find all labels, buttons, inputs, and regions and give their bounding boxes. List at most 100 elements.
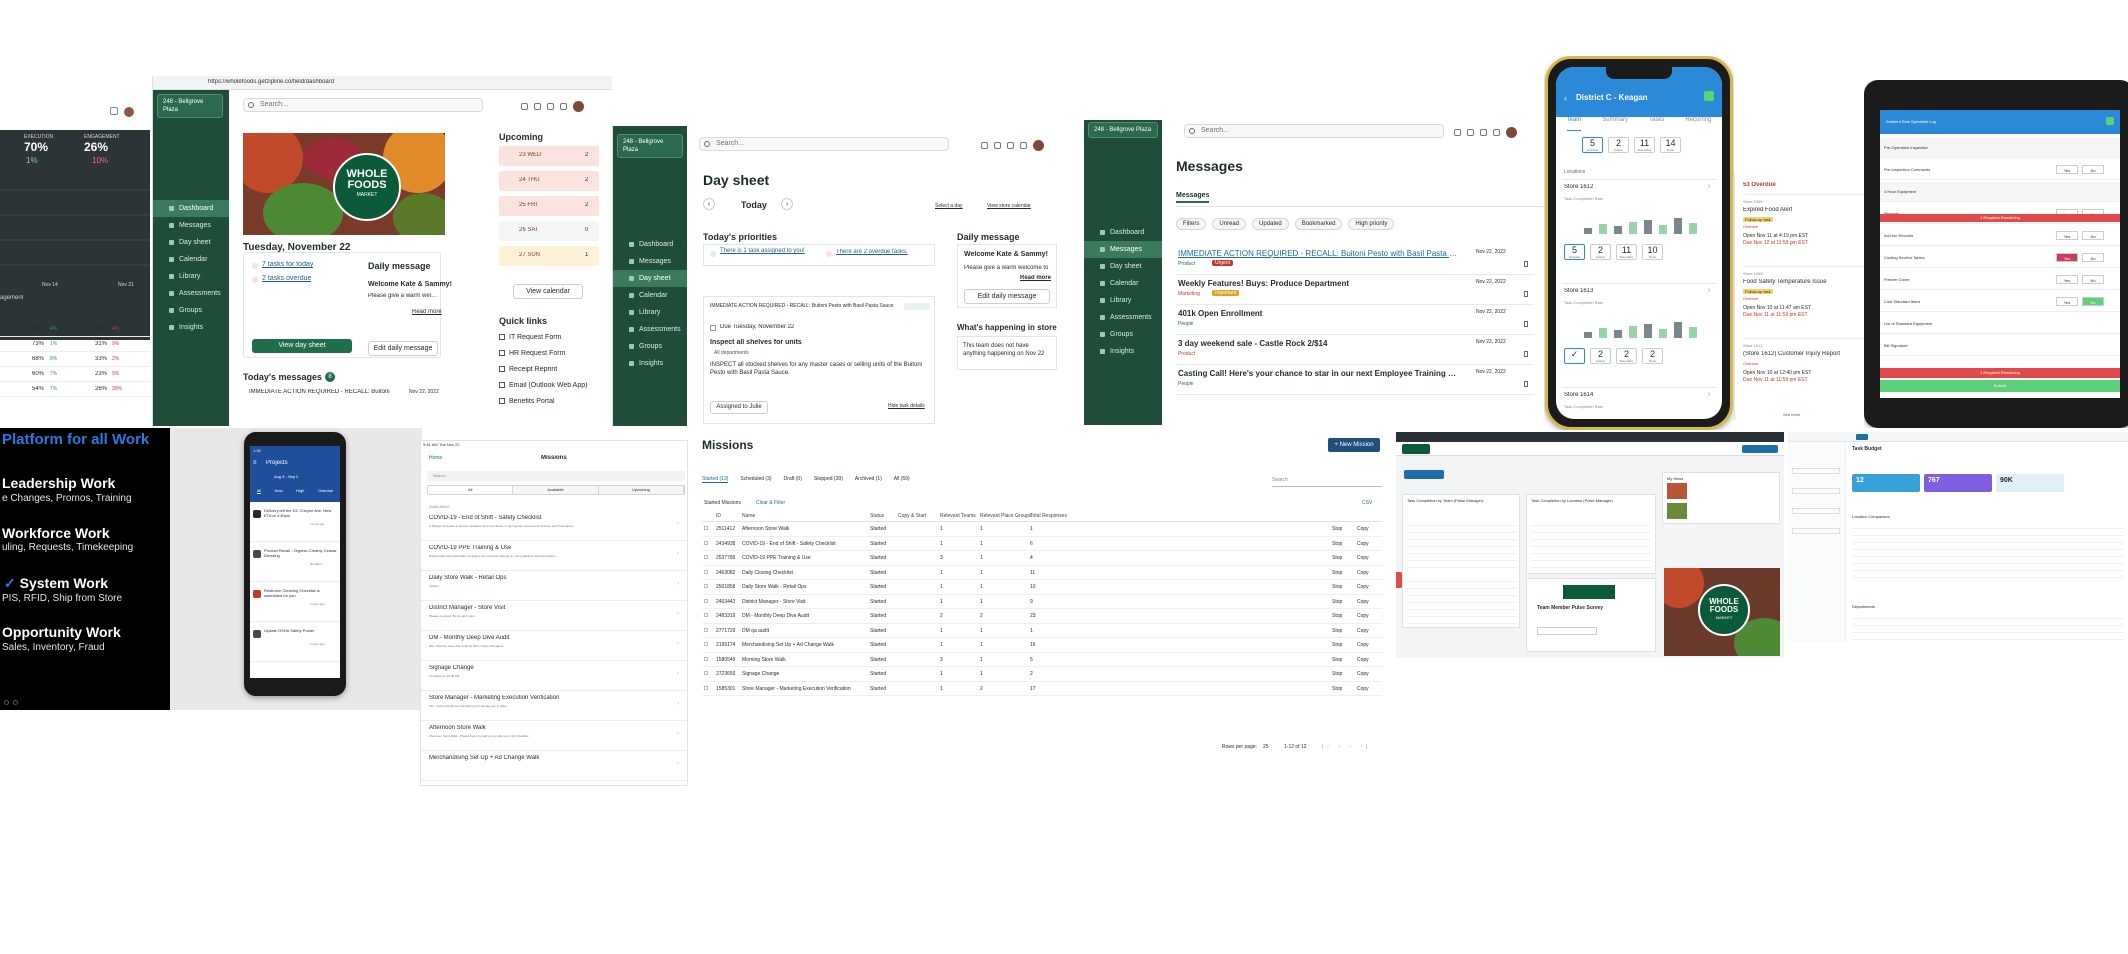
sidebar-item-library[interactable]: Library [1084,292,1162,309]
message-title[interactable]: 3 day weekend sale - Castle Rock 2/$14 [1178,339,1458,348]
search-input[interactable]: Search [427,471,685,481]
edit-daily-message-button[interactable]: Edit daily message [368,341,438,356]
no-button[interactable]: No [2082,297,2104,306]
table-row[interactable]: 2483319 DM - Monthly Deep Dive Audit Start… [702,609,1382,624]
sidebar-item-library[interactable]: Library [153,268,229,285]
quick-link[interactable]: IT Request Form [499,330,609,344]
bell-icon[interactable] [560,103,567,110]
no-button[interactable]: No [2082,253,2104,262]
upcoming-day[interactable]: 25 FRI 2 [499,196,599,216]
stat-tile[interactable]: 14 Done [1660,137,1681,153]
sidebar-item-day-sheet[interactable]: Day sheet [1084,258,1162,275]
sidebar-item-dashboard[interactable]: Dashboard [613,236,687,253]
bookmark-icon[interactable] [1524,261,1528,267]
bell-icon[interactable] [1020,142,1027,149]
project-item[interactable]: Product Recall - Organic Creamy Ceasar D… [250,544,340,582]
help-icon[interactable] [1007,142,1014,149]
zoom-out-icon[interactable] [4,700,9,705]
next-day-button[interactable]: › [781,198,793,210]
priority-2-link[interactable]: There are 2 overdue tasks. [836,249,908,255]
help-icon[interactable] [1480,129,1487,136]
row-checkbox[interactable] [704,540,708,545]
bell-icon[interactable] [110,107,118,115]
column-header[interactable]: Total Responses [1030,513,1067,519]
sidebar-item-day-sheet[interactable]: Day sheet [153,234,229,251]
sidebar-item-dashboard[interactable]: Dashboard [153,200,229,217]
no-button[interactable]: No [2082,165,2104,174]
bookmark-icon[interactable] [1524,291,1528,297]
status-tab[interactable]: Started (13) [702,476,729,483]
store-selector[interactable]: 248 - Bellgrove Plaza [617,134,683,158]
message-row[interactable]: IMMEDIATE ACTION REQUIRED - RECALL: Buit… [1176,246,1534,275]
header-action-button[interactable] [1742,445,1778,453]
bookmark-icon[interactable] [1524,351,1528,357]
copy-button[interactable]: Copy [1357,599,1369,605]
upcoming-day[interactable]: 23 WED 2 [499,146,599,166]
sidebar-item-calendar[interactable]: Calendar [1084,275,1162,292]
status-tab[interactable]: Stopped (39) [814,476,843,483]
avatar[interactable] [1033,140,1044,151]
cell-name[interactable]: District Manager - Store Visit [742,599,867,605]
stat-tile[interactable]: 2 Future [1590,348,1611,364]
stat-tile[interactable]: 2 Future [1590,244,1611,260]
copy-button[interactable]: Copy [1357,671,1369,677]
select-day-link[interactable]: Select a day [935,203,963,209]
table-row[interactable]: 2723659 Signage Change Started 1 1 2 Stop Copy [702,667,1382,682]
stop-button[interactable]: Stop [1332,541,1342,547]
cell-name[interactable]: COVID-19 PPE Training & Use [742,555,867,561]
filter-chip[interactable]: Filters [1176,218,1207,230]
print-icon[interactable] [1454,129,1461,136]
mission-item[interactable]: DM - Monthly Deep Dive Audit DM - Monthly… [421,631,687,661]
stop-button[interactable]: Stop [1332,628,1342,634]
missions-tab[interactable]: Upcoming [598,486,684,494]
cell-name[interactable]: Daily Closing Checklist [742,570,867,576]
sidebar-item-assessments[interactable]: Assessments [1084,309,1162,326]
search-input[interactable]: Search... [1184,124,1444,138]
stop-button[interactable]: Stop [1332,584,1342,590]
tab-active[interactable] [1404,470,1444,479]
zoom-in-icon[interactable] [13,700,18,705]
message-preview[interactable]: IMMEDIATE ACTION REQUIRED - RECALL: Buit… [249,389,409,395]
column-header[interactable]: Relevant Teams [940,513,976,519]
stat-tile[interactable]: 5 Overdue [1582,137,1603,153]
overdue-item[interactable]: Store 1569 Food Safety Temperature Issue F… [1743,266,1867,336]
sidebar-item-calendar[interactable]: Calendar [153,251,229,268]
tasks-overdue-link[interactable]: 2 tasks overdue [262,275,311,282]
avatar[interactable] [124,107,134,117]
sidebar-item-groups[interactable]: Groups [613,338,687,355]
new-mission-button[interactable]: + New Mission [1328,438,1380,452]
no-button[interactable]: No [2082,231,2104,240]
sidebar-item-insights[interactable]: Insights [153,319,229,336]
status-tab[interactable]: All (59) [894,476,910,483]
cell-name[interactable]: Signage Change [742,671,867,677]
status-tab[interactable]: Archived (1) [855,476,882,483]
chat-icon[interactable] [534,103,541,110]
column-header[interactable]: Relevant Place Groups [980,513,1031,519]
bell-icon[interactable] [1493,129,1500,136]
projects-title[interactable]: Projects [266,460,288,466]
stat-tile[interactable]: ✓ [1564,348,1585,364]
copy-button[interactable]: Copy [1357,686,1369,692]
row-checkbox[interactable] [704,656,708,661]
add-icon[interactable] [1704,91,1714,101]
print-icon[interactable] [521,103,528,110]
missions-tab[interactable]: Available [513,486,599,494]
chat-icon[interactable] [1467,129,1474,136]
row-checkbox[interactable] [704,569,708,574]
iphone-tab[interactable]: Tasks [1649,117,1664,131]
pagination-controls[interactable]: |‹ ‹ › ›| [1322,744,1371,750]
menu-icon[interactable]: ≡ [253,460,257,466]
see-more-link[interactable]: See more [1783,412,1800,417]
store-card[interactable]: Store 1612 › Task Completion Rate 5 Overdue 2… [1562,179,1716,277]
sidebar-item-groups[interactable]: Groups [1084,326,1162,343]
yes-button[interactable]: Yes [2056,165,2078,174]
column-header[interactable]: Status [870,513,884,519]
message-row[interactable]: 401k Open Enrollment Nov 22, 2022 People [1176,306,1534,335]
filter-input-2[interactable] [1792,488,1840,494]
cell-name[interactable]: DM qa audit [742,628,867,634]
stop-button[interactable]: Stop [1332,599,1342,605]
assigned-button[interactable]: Assigned to Julie [710,401,768,414]
table-row[interactable]: 2771729 DM qa audit Started 1 1 1 Stop Copy [702,624,1382,638]
stat-tile[interactable]: 2 Future [1608,137,1629,153]
column-header[interactable]: ID [716,513,721,519]
